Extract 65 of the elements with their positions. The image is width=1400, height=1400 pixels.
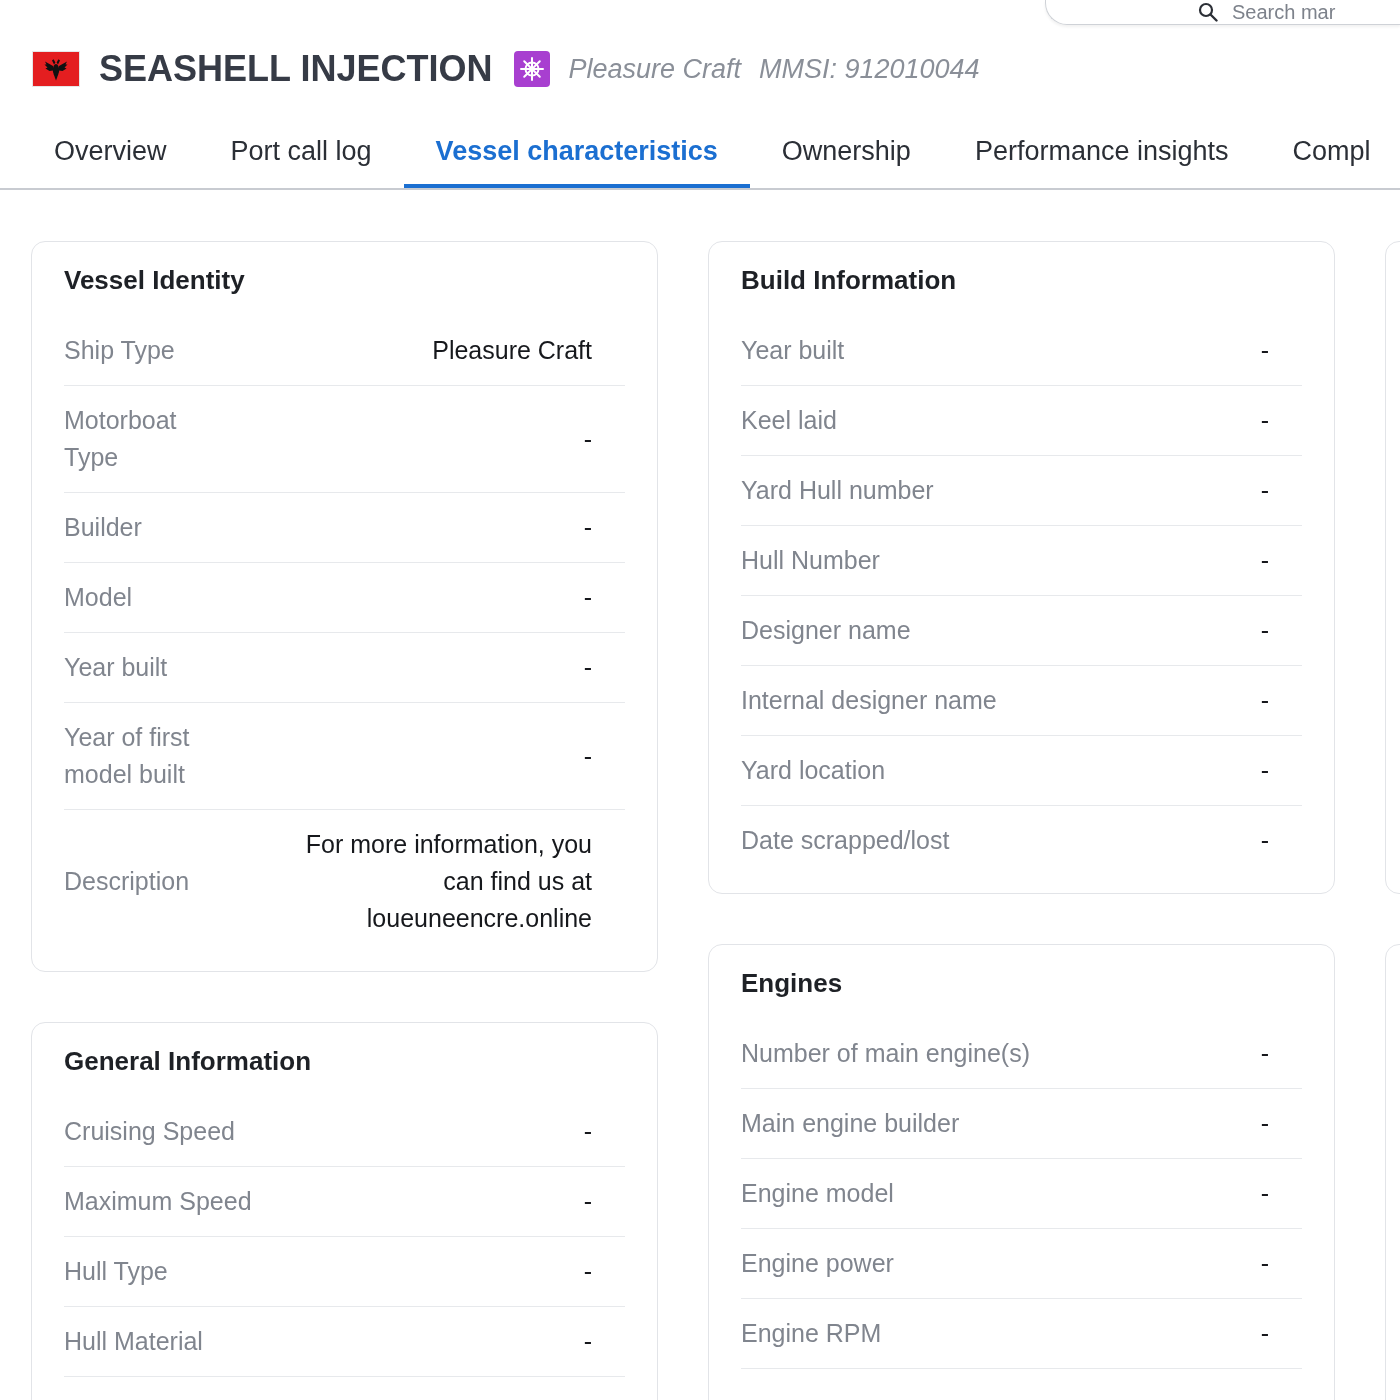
field-label: Year built	[741, 335, 846, 366]
search-icon	[1198, 2, 1218, 22]
tab[interactable]: Compl	[1260, 114, 1371, 188]
field-value: -	[1260, 405, 1269, 436]
mmsi-number: MMSI: 912010044	[759, 53, 980, 85]
card-title: General Information	[64, 1045, 313, 1078]
field-label: Year of first model built	[64, 722, 191, 790]
field-label: Number of main engine(s)	[741, 1038, 1031, 1069]
field-value: -	[1260, 685, 1269, 716]
search-field[interactable]: Search mar	[1045, 0, 1400, 25]
field-label: Cruising Speed	[64, 1116, 236, 1147]
field-label: Date scrapped/lost	[741, 825, 951, 856]
field-label: Engine model	[741, 1178, 895, 1209]
field-value: -	[1260, 545, 1269, 576]
field-value: -	[1260, 1318, 1269, 1349]
field-value: -	[583, 582, 592, 613]
field-label: Internal designer name	[741, 685, 998, 716]
field-value: -	[583, 652, 592, 683]
field-label: Year built	[64, 652, 169, 683]
field-label: Engine RPM	[741, 1318, 883, 1349]
vessel-name: SEASHELL INJECTION	[99, 48, 493, 90]
ship-wheel-icon	[514, 51, 551, 87]
field-value: -	[1260, 615, 1269, 646]
vessel-type: Pleasure Craft	[568, 53, 741, 85]
field-value: -	[583, 512, 592, 543]
field-label: Designer name	[741, 615, 912, 646]
tab[interactable]: Performance insights	[942, 114, 1261, 188]
field-label: Description	[64, 866, 191, 897]
field-value: -	[583, 1186, 592, 1217]
field-value: -	[583, 423, 592, 455]
field-label: Hull Type	[64, 1256, 169, 1287]
field-value: -	[1260, 755, 1269, 786]
field-label: Ship Type	[64, 335, 176, 366]
field-value: -	[1260, 825, 1269, 856]
field-value: -	[1260, 1178, 1269, 1209]
card-title: Vessel Identity	[64, 264, 246, 297]
card-title: Build Information	[741, 264, 958, 297]
field-label: Maximum Speed	[64, 1186, 253, 1217]
field-value: -	[583, 740, 592, 772]
field-value: Pleasure Craft	[432, 335, 592, 366]
field-value: -	[583, 1116, 592, 1147]
field-value: -	[1260, 1108, 1269, 1139]
field-label: Builder	[64, 512, 143, 543]
field-value: -	[1260, 335, 1269, 366]
card-title: Engines	[741, 967, 844, 1000]
field-value: For more information, you can find us at loueuneencre.online	[304, 829, 592, 934]
field-label: Main engine builder	[741, 1108, 961, 1139]
field-label: Keel laid	[741, 405, 838, 436]
field-label: Yard location	[741, 755, 887, 786]
field-value: -	[1260, 1248, 1269, 1279]
field-label: Hull Material	[64, 1326, 204, 1357]
field-label: Engine power	[741, 1248, 895, 1279]
flag-icon	[32, 51, 80, 87]
field-value: -	[1260, 475, 1269, 506]
tab[interactable]: Overview	[22, 114, 199, 188]
field-label: Hull Number	[741, 545, 881, 576]
tab[interactable]: Port call log	[198, 114, 404, 188]
field-label: Yard Hull number	[741, 475, 935, 506]
field-value: -	[1260, 1038, 1269, 1069]
tab[interactable]: Ownership	[749, 114, 943, 188]
tab[interactable]: Vessel characteristics	[403, 114, 750, 188]
field-label: Motorboat Type	[64, 405, 178, 473]
field-value: -	[583, 1326, 592, 1357]
field-value: -	[583, 1256, 592, 1287]
field-label: Model	[64, 582, 134, 613]
